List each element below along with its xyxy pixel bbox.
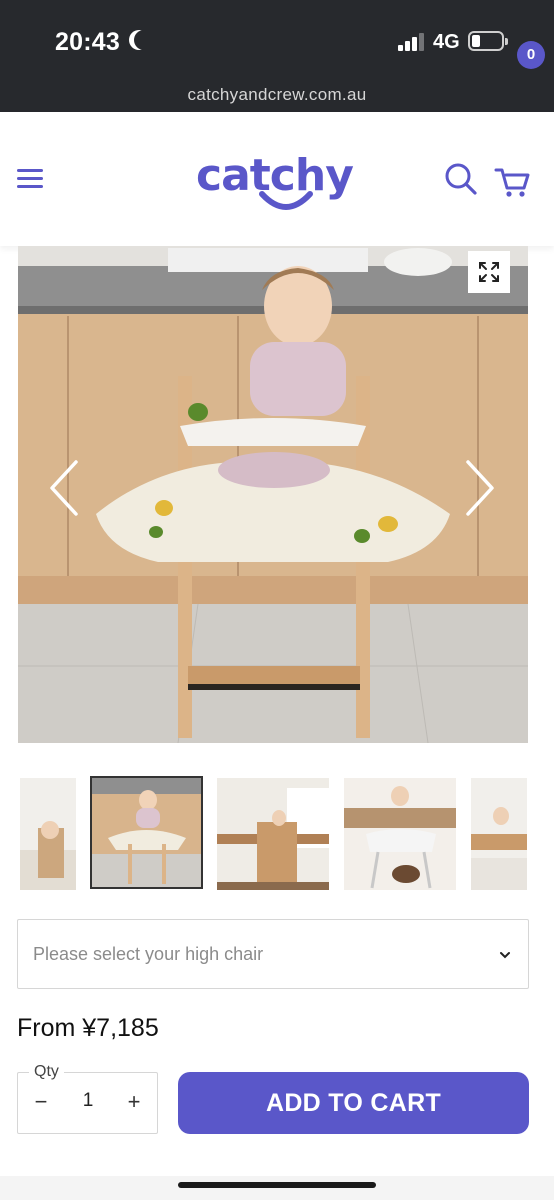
chevron-left-icon[interactable] bbox=[46, 458, 82, 518]
home-indicator[interactable] bbox=[178, 1182, 376, 1188]
hamburger-icon[interactable] bbox=[17, 169, 43, 189]
thumbnail-2[interactable] bbox=[90, 776, 203, 889]
moon-icon bbox=[134, 30, 154, 50]
quantity-value[interactable]: 1 bbox=[79, 1090, 97, 1112]
logo[interactable]: catchy bbox=[196, 150, 356, 216]
smile-icon bbox=[259, 191, 313, 210]
thumbnail-strip bbox=[0, 776, 554, 892]
site-header: catchy bbox=[0, 112, 554, 246]
high-chair-select[interactable]: Please select your high chair bbox=[17, 919, 529, 989]
product-main-image[interactable] bbox=[18, 246, 528, 743]
product-price: From ¥7,185 bbox=[17, 1014, 159, 1042]
battery-icon bbox=[468, 31, 508, 51]
cart-count-badge[interactable]: 0 bbox=[517, 41, 545, 69]
signal-icon bbox=[398, 33, 426, 51]
url-bar[interactable]: catchyandcrew.com.au bbox=[0, 82, 554, 112]
chevron-right-icon[interactable] bbox=[462, 458, 498, 518]
thumbnail-1[interactable] bbox=[20, 778, 76, 890]
network-label: 4G bbox=[433, 31, 460, 53]
chevron-down-icon bbox=[500, 952, 510, 959]
thumbnail-3[interactable] bbox=[217, 778, 329, 890]
search-icon[interactable] bbox=[444, 162, 478, 196]
thumbnail-5[interactable] bbox=[471, 778, 527, 890]
quantity-decrease-button[interactable]: − bbox=[32, 1088, 50, 1116]
cart-icon[interactable] bbox=[494, 158, 530, 198]
add-to-cart-button[interactable]: ADD TO CART bbox=[178, 1072, 529, 1134]
quantity-label: Qty bbox=[29, 1063, 64, 1081]
select-placeholder: Please select your high chair bbox=[33, 944, 264, 964]
expand-icon[interactable] bbox=[468, 251, 510, 293]
status-bar: 20:43 4G bbox=[0, 0, 554, 82]
bottom-bar bbox=[0, 1176, 554, 1200]
quantity-increase-button[interactable]: + bbox=[124, 1088, 144, 1116]
status-time: 20:43 bbox=[55, 28, 120, 56]
thumbnail-4[interactable] bbox=[344, 778, 456, 890]
